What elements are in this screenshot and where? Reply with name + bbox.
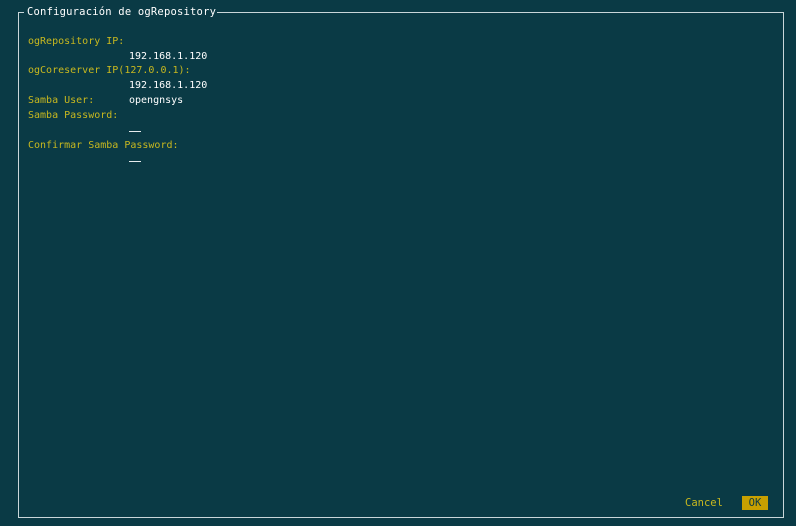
samba-user-label: Samba User: <box>28 95 95 106</box>
terminal-screen: Configuración de ogRepository ogReposito… <box>0 0 796 526</box>
samba-password-input[interactable] <box>129 131 141 132</box>
samba-password-label: Samba Password: <box>28 110 119 121</box>
confirm-password-label: Confirmar Samba Password: <box>28 140 179 151</box>
core-ip-label: ogCoreserver IP(127.0.0.1): <box>28 65 191 76</box>
frame-top-right-border <box>217 12 784 13</box>
dialog-title: Configuración de ogRepository <box>27 6 217 18</box>
ok-button[interactable]: OK <box>742 496 768 510</box>
repo-ip-input[interactable]: 192.168.1.120 <box>129 50 207 64</box>
core-ip-input[interactable]: 192.168.1.120 <box>129 79 207 93</box>
samba-user-input[interactable]: opengnsys <box>129 94 183 108</box>
frame-top-left-border <box>18 12 24 13</box>
cancel-button[interactable]: Cancel <box>685 496 723 510</box>
repo-ip-label: ogRepository IP: <box>28 36 125 47</box>
confirm-password-input[interactable] <box>129 161 141 162</box>
